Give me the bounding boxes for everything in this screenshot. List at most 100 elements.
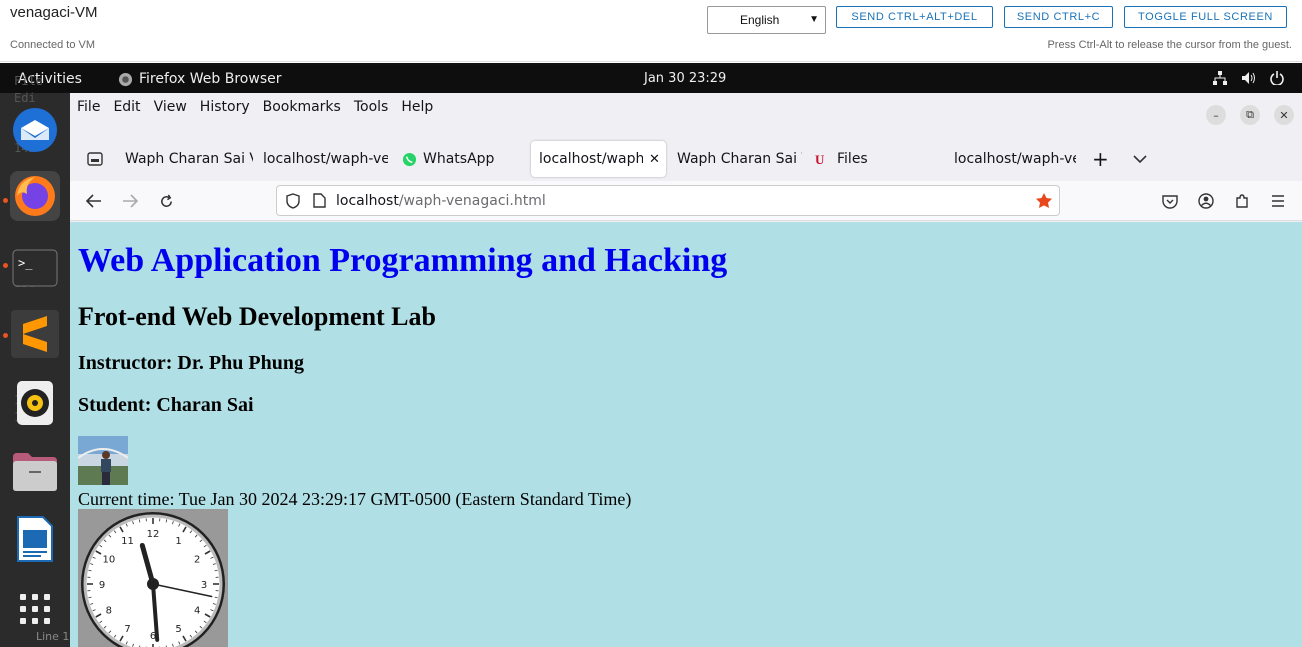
firefox-view-icon (87, 152, 103, 166)
ghost-line (14, 224, 70, 241)
new-tab-button[interactable]: + (1092, 141, 1112, 177)
tab-waph-2[interactable]: Waph Charan Sai V (677, 141, 802, 177)
list-all-tabs-button[interactable] (1133, 141, 1153, 177)
tab-files[interactable]: U Files (815, 141, 935, 177)
analog-clock: 12 1 2 3 4 5 6 7 8 9 10 11 (78, 509, 228, 647)
dock-firefox[interactable] (10, 171, 60, 221)
dock-files[interactable] (10, 447, 60, 497)
clock-number: 7 (124, 624, 130, 635)
clock-number: 8 (106, 606, 112, 617)
editor-statusline: Line 1 (0, 626, 70, 647)
clock-number: 5 (175, 624, 181, 635)
running-indicator (3, 263, 8, 268)
active-app-menu[interactable]: Firefox Web Browser (118, 71, 282, 87)
page-subtitle: Frot-end Web Development Lab (78, 302, 436, 331)
web-page-content: Web Application Programming and Hacking … (70, 222, 1302, 647)
network-icon (1213, 71, 1227, 85)
thunderbird-icon (13, 108, 57, 152)
clock-number: 11 (121, 536, 134, 547)
running-indicator (3, 333, 8, 338)
chevron-down-icon (1133, 155, 1147, 164)
url-path: /waph-venagaci.html (398, 192, 546, 209)
language-select[interactable]: English ▼ (707, 6, 826, 34)
firefox-view-button[interactable] (80, 141, 110, 177)
dock-libreoffice-writer[interactable] (10, 514, 60, 564)
app-menu-button[interactable] (1266, 189, 1290, 213)
minimize-button[interactable]: – (1206, 105, 1226, 125)
dock-rhythmbox[interactable] (10, 378, 60, 428)
clock-number: 9 (99, 580, 105, 591)
close-icon: ✕ (1279, 108, 1289, 122)
tab-label: localhost/waph-ve (263, 151, 388, 167)
minimize-icon: – (1213, 108, 1219, 122)
clock-number: 2 (194, 555, 200, 566)
dock-sublime-text[interactable] (10, 309, 60, 359)
tab-localhost-2[interactable]: localhost/waph-ve (954, 141, 1076, 177)
menu-history[interactable]: History (200, 99, 250, 121)
show-apps-grid-icon[interactable] (18, 592, 52, 626)
dock-thunderbird[interactable] (10, 105, 60, 155)
dock-terminal[interactable]: >_ (10, 243, 60, 293)
forward-button[interactable] (118, 189, 142, 213)
close-tab-icon[interactable]: ✕ (649, 152, 660, 167)
hamburger-icon (1272, 195, 1284, 207)
account-button[interactable] (1194, 189, 1218, 213)
language-value: English (740, 13, 780, 27)
extensions-button[interactable] (1230, 189, 1254, 213)
instructor-heading: Instructor: Dr. Phu Phung (78, 352, 304, 374)
arrow-right-icon (123, 194, 138, 208)
clock-center (147, 578, 159, 590)
vm-release-hint: Press Ctrl-Alt to release the cursor fro… (1047, 39, 1292, 51)
reload-button[interactable] (154, 189, 178, 213)
menu-bookmarks[interactable]: Bookmarks (263, 99, 341, 121)
page-icon[interactable] (313, 193, 326, 208)
uc-logo-icon: U (815, 152, 825, 166)
url-bar[interactable]: localhost/waph-venagaci.html (276, 185, 1060, 216)
star-icon[interactable] (1035, 192, 1053, 209)
clock-number: 12 (147, 529, 160, 540)
topbar-clock[interactable]: Jan 30 23:29 (644, 71, 726, 86)
tab-label: localhost/waph (539, 151, 643, 167)
tab-waph-1[interactable]: Waph Charan Sai V (125, 141, 253, 177)
tab-label: Waph Charan Sai V (125, 151, 253, 167)
student-photo (78, 436, 128, 485)
system-tray[interactable] (1213, 71, 1284, 85)
clock-number: 10 (102, 555, 115, 566)
terminal-icon: >_ (12, 249, 58, 287)
navigation-toolbar: localhost/waph-venagaci.html (70, 181, 1302, 221)
firefox-menubar: File Edit View History Bookmarks Tools H… (70, 93, 1302, 121)
firefox-icon (15, 176, 55, 216)
page-title: Web Application Programming and Hacking (78, 242, 728, 279)
tab-whatsapp[interactable]: WhatsApp (402, 141, 552, 177)
menu-tools[interactable]: Tools (354, 99, 389, 121)
clock-number: 1 (175, 536, 181, 547)
account-icon (1198, 193, 1214, 209)
shield-icon[interactable] (285, 192, 301, 209)
arrow-left-icon (86, 194, 101, 208)
vm-console-header: venagaci-VM Connected to VM English ▼ SE… (0, 0, 1302, 62)
menu-edit[interactable]: Edit (113, 99, 140, 121)
send-ctrl-alt-del-button[interactable]: SEND CTRL+ALT+DEL (836, 6, 993, 28)
send-ctrl-c-button[interactable]: SEND CTRL+C (1004, 6, 1113, 28)
pocket-button[interactable] (1158, 189, 1182, 213)
ubuntu-dock: File Edi 141142 145146 149150 154 157158… (0, 74, 70, 647)
close-window-button[interactable]: ✕ (1274, 105, 1294, 125)
svg-text:U: U (815, 152, 825, 166)
ghost-line: File Edi (14, 74, 43, 105)
tab-label: Waph Charan Sai V (677, 151, 802, 167)
tab-localhost-active[interactable]: localhost/waph ✕ (531, 141, 666, 177)
menu-file[interactable]: File (77, 99, 100, 121)
tab-localhost-1[interactable]: localhost/waph-ve (263, 141, 388, 177)
tab-bar: Waph Charan Sai V localhost/waph-ve What… (70, 139, 1302, 179)
current-time-text: Current time: Tue Jan 30 2024 23:29:17 G… (78, 489, 632, 509)
clock-face: 121234567891011 (81, 512, 225, 647)
plus-icon: + (1092, 147, 1109, 171)
back-button[interactable] (82, 189, 106, 213)
toggle-full-screen-button[interactable]: TOGGLE FULL SCREEN (1124, 6, 1287, 28)
whatsapp-icon (402, 152, 417, 166)
menu-help[interactable]: Help (401, 99, 433, 121)
menu-view[interactable]: View (154, 99, 187, 121)
folder-icon (13, 453, 57, 491)
maximize-button[interactable]: ⧉ (1240, 105, 1260, 125)
firefox-icon (118, 72, 133, 86)
